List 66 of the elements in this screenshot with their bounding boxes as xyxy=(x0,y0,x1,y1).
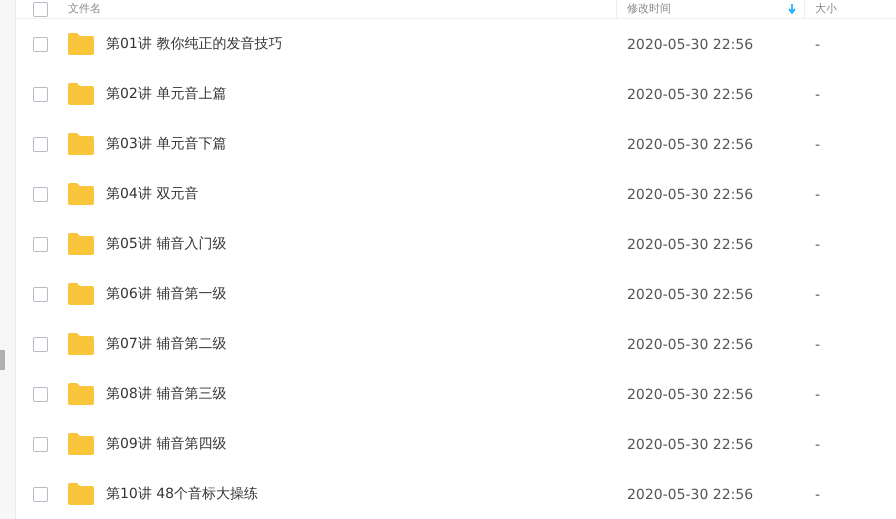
checkbox[interactable] xyxy=(33,286,48,302)
file-size: - xyxy=(815,237,820,253)
file-row[interactable]: 第10讲 48个音标大操练 2020-05-30 22:56 - xyxy=(16,469,896,519)
column-header[interactable]: 文件名 xyxy=(68,0,101,18)
file-row[interactable]: 第04讲 双元音 2020-05-30 22:56 - xyxy=(16,169,896,219)
checkbox[interactable] xyxy=(33,186,48,202)
file-name[interactable]: 第06讲 辅音第一级 xyxy=(106,284,226,304)
file-name[interactable]: 第05讲 辅音入门级 xyxy=(106,234,226,254)
file-name[interactable]: 第02讲 单元音上篇 xyxy=(106,84,226,104)
folder-icon xyxy=(68,433,94,455)
checkbox[interactable] xyxy=(33,2,48,16)
file-size: - xyxy=(815,487,820,503)
file-name[interactable]: 第07讲 辅音第二级 xyxy=(106,334,226,354)
file-size: - xyxy=(815,187,820,203)
checkbox[interactable] xyxy=(33,236,48,252)
folder-icon xyxy=(68,483,94,505)
checkbox[interactable] xyxy=(33,336,48,352)
checkbox[interactable] xyxy=(33,486,48,502)
modified-time: 2020-05-30 22:56 xyxy=(627,437,754,453)
file-row[interactable]: 第08讲 辅音第三级 2020-05-30 22:56 - xyxy=(16,369,896,419)
folder-icon xyxy=(68,283,94,305)
folder-icon xyxy=(68,183,94,205)
file-size: - xyxy=(815,337,820,353)
checkbox[interactable] xyxy=(33,136,48,152)
modified-time: 2020-05-30 22:56 xyxy=(627,387,754,403)
file-row[interactable]: 第01讲 教你纯正的发音技巧 2020-05-30 22:56 - xyxy=(16,19,896,69)
file-name[interactable]: 第04讲 双元音 xyxy=(106,184,198,204)
modified-time: 2020-05-30 22:56 xyxy=(627,137,754,153)
scrollbar-thumb[interactable] xyxy=(0,350,5,370)
folder-icon xyxy=(68,83,94,105)
file-size: - xyxy=(815,137,820,153)
modified-time: 2020-05-30 22:56 xyxy=(627,37,754,53)
checkbox[interactable] xyxy=(33,436,48,452)
column-header[interactable]: 大小 xyxy=(815,0,837,18)
folder-icon xyxy=(68,383,94,405)
file-name[interactable]: 第10讲 48个音标大操练 xyxy=(106,484,258,504)
file-size: - xyxy=(815,37,820,53)
folder-icon xyxy=(68,233,94,255)
file-name[interactable]: 第09讲 辅音第四级 xyxy=(106,434,226,454)
file-name[interactable]: 第08讲 辅音第三级 xyxy=(106,384,226,404)
folder-icon xyxy=(68,133,94,155)
modified-time: 2020-05-30 22:56 xyxy=(627,487,754,503)
file-name[interactable]: 第01讲 教你纯正的发音技巧 xyxy=(106,34,282,54)
file-row[interactable]: 第06讲 辅音第一级 2020-05-30 22:56 - xyxy=(16,269,896,319)
file-row[interactable]: 第07讲 辅音第二级 2020-05-30 22:56 - xyxy=(16,319,896,369)
file-size: - xyxy=(815,387,820,403)
file-row[interactable]: 第02讲 单元音上篇 2020-05-30 22:56 - xyxy=(16,69,896,119)
file-row[interactable]: 第09讲 辅音第四级 2020-05-30 22:56 - xyxy=(16,419,896,469)
modified-time: 2020-05-30 22:56 xyxy=(627,337,754,353)
file-row[interactable]: 第03讲 单元音下篇 2020-05-30 22:56 - xyxy=(16,119,896,169)
column-header[interactable]: 修改时间 xyxy=(627,0,671,18)
file-size: - xyxy=(815,87,820,103)
modified-time: 2020-05-30 22:56 xyxy=(627,187,754,203)
checkbox[interactable] xyxy=(33,36,48,52)
checkbox[interactable] xyxy=(33,386,48,402)
modified-time: 2020-05-30 22:56 xyxy=(627,237,754,253)
file-name[interactable]: 第03讲 单元音下篇 xyxy=(106,134,226,154)
checkbox[interactable] xyxy=(33,86,48,102)
modified-time: 2020-05-30 22:56 xyxy=(627,87,754,103)
folder-icon xyxy=(68,333,94,355)
file-size: - xyxy=(815,437,820,453)
modified-time: 2020-05-30 22:56 xyxy=(627,287,754,303)
sort-arrow-icon xyxy=(788,4,796,14)
file-row[interactable]: 第05讲 辅音入门级 2020-05-30 22:56 - xyxy=(16,219,896,269)
folder-icon xyxy=(68,33,94,55)
file-size: - xyxy=(815,287,820,303)
